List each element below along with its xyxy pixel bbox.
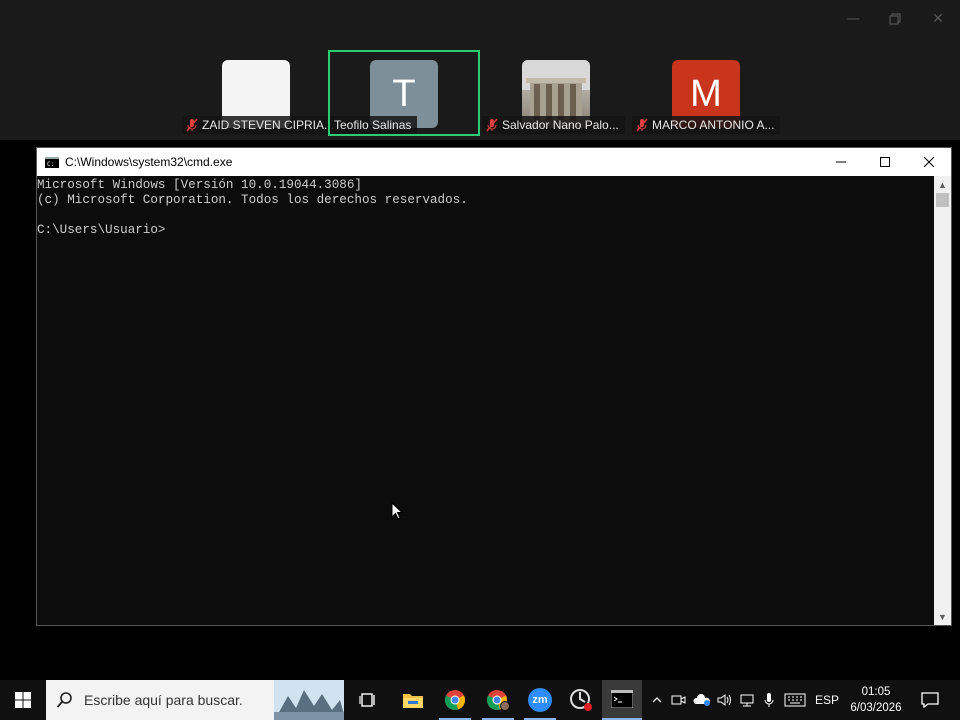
participant-tile[interactable]: M MARCO ANTONIO A... xyxy=(632,52,781,134)
close-button[interactable] xyxy=(907,148,951,176)
svg-text:C:: C: xyxy=(47,161,54,168)
touch-keyboard-button[interactable] xyxy=(783,680,807,720)
task-view-button[interactable] xyxy=(348,680,388,720)
zoom-participant-strip: — ✕ ZAID STEVEN CIPRIA... T Teofilo Sali… xyxy=(0,0,960,140)
restore-icon[interactable] xyxy=(884,8,906,30)
microphone-icon xyxy=(764,693,774,707)
participant-name: Salvador Nano Palo... xyxy=(502,118,619,132)
scrollbar-thumb[interactable] xyxy=(936,193,949,207)
mic-muted-icon xyxy=(186,118,198,132)
chevron-up-icon xyxy=(652,697,662,703)
console-line: (c) Microsoft Corporation. Todos los der… xyxy=(37,193,468,207)
participant-name-bar: MARCO ANTONIO A... xyxy=(632,116,781,134)
chrome-profile-button[interactable] xyxy=(478,680,518,720)
keyboard-icon xyxy=(784,693,806,707)
participant-name: ZAID STEVEN CIPRIA... xyxy=(202,118,335,132)
minimize-icon[interactable]: — xyxy=(842,8,864,30)
clock-date: 6/03/2026 xyxy=(850,702,902,714)
console-line: Microsoft Windows [Versión 10.0.19044.30… xyxy=(37,178,362,192)
avatar-letter: M xyxy=(690,72,722,115)
vertical-scrollbar[interactable]: ▲ ▼ xyxy=(934,176,951,625)
taskbar-search-box[interactable]: Escribe aquí para buscar. xyxy=(46,680,344,720)
network-icon xyxy=(740,694,754,707)
file-explorer-button[interactable] xyxy=(393,680,433,720)
participant-name-bar: ZAID STEVEN CIPRIA... xyxy=(182,116,341,134)
clock-time: 01:05 xyxy=(861,686,891,698)
chrome-button[interactable] xyxy=(435,680,475,720)
microphone-button[interactable] xyxy=(760,680,778,720)
chrome-icon xyxy=(444,690,466,710)
mouse-pointer-icon xyxy=(391,502,403,520)
scroll-down-arrow-icon[interactable]: ▼ xyxy=(934,608,951,625)
cmd-titlebar[interactable]: C: C:\Windows\system32\cmd.exe xyxy=(37,148,951,176)
participant-name-bar: Teofilo Salinas xyxy=(330,116,418,134)
zoom-icon-label: zm xyxy=(532,694,548,706)
search-highlight-image-icon xyxy=(274,680,344,720)
scroll-up-arrow-icon[interactable]: ▲ xyxy=(934,176,951,193)
participant-name: MARCO ANTONIO A... xyxy=(652,118,775,132)
screen-recorder-button[interactable] xyxy=(561,680,601,720)
zoom-button[interactable]: zm xyxy=(520,680,560,720)
windows-logo-icon xyxy=(15,692,31,708)
network-button[interactable] xyxy=(737,680,757,720)
search-placeholder: Escribe aquí para buscar. xyxy=(84,692,243,708)
taskbar: Escribe aquí para buscar. zm ESP 01:05 6… xyxy=(0,680,960,720)
avatar-letter: T xyxy=(392,72,416,115)
cmd-taskbar-button[interactable] xyxy=(602,680,642,720)
volume-button[interactable] xyxy=(715,680,735,720)
onedrive-sync-icon xyxy=(693,694,710,706)
close-icon[interactable]: ✕ xyxy=(927,8,949,30)
search-icon xyxy=(56,692,72,708)
meet-now-icon xyxy=(671,695,686,705)
minimize-icon xyxy=(836,161,846,163)
cmd-app-icon: C: xyxy=(45,156,59,168)
mic-muted-icon xyxy=(486,118,498,132)
action-center-button[interactable] xyxy=(915,680,945,720)
close-icon xyxy=(924,157,934,167)
minimize-button[interactable] xyxy=(819,148,863,176)
notifications-icon xyxy=(921,692,939,708)
participant-tile[interactable]: ZAID STEVEN CIPRIA... xyxy=(182,52,341,134)
start-button[interactable] xyxy=(0,680,46,720)
task-view-icon xyxy=(359,693,375,707)
cmd-window[interactable]: C: C:\Windows\system32\cmd.exe Microsoft… xyxy=(36,147,952,626)
maximize-button[interactable] xyxy=(863,148,907,176)
participant-tile-active-speaker[interactable]: T Teofilo Salinas xyxy=(328,50,480,136)
meet-now-button[interactable] xyxy=(670,680,688,720)
cmd-icon xyxy=(611,690,633,708)
input-language-indicator[interactable]: ESP xyxy=(812,680,842,720)
zoom-icon: zm xyxy=(528,688,552,712)
screen-recorder-icon xyxy=(570,689,592,711)
console-output[interactable]: Microsoft Windows [Versión 10.0.19044.30… xyxy=(37,176,934,625)
participant-name: Teofilo Salinas xyxy=(334,118,412,132)
file-explorer-icon xyxy=(403,694,423,708)
show-hidden-icons-button[interactable] xyxy=(648,680,666,720)
mic-muted-icon xyxy=(636,118,648,132)
console-prompt[interactable]: C:\Users\Usuario> xyxy=(37,223,934,238)
onedrive-button[interactable] xyxy=(692,680,712,720)
participant-tile[interactable]: Salvador Nano Palo... xyxy=(482,52,630,134)
chrome-profile-icon xyxy=(486,690,510,711)
window-title: C:\Windows\system32\cmd.exe xyxy=(65,155,233,169)
language-label: ESP xyxy=(814,693,839,707)
speaker-icon xyxy=(717,694,731,706)
taskbar-clock[interactable]: 01:05 6/03/2026 xyxy=(845,684,907,716)
participant-name-bar: Salvador Nano Palo... xyxy=(482,116,625,134)
maximize-icon xyxy=(880,157,890,167)
